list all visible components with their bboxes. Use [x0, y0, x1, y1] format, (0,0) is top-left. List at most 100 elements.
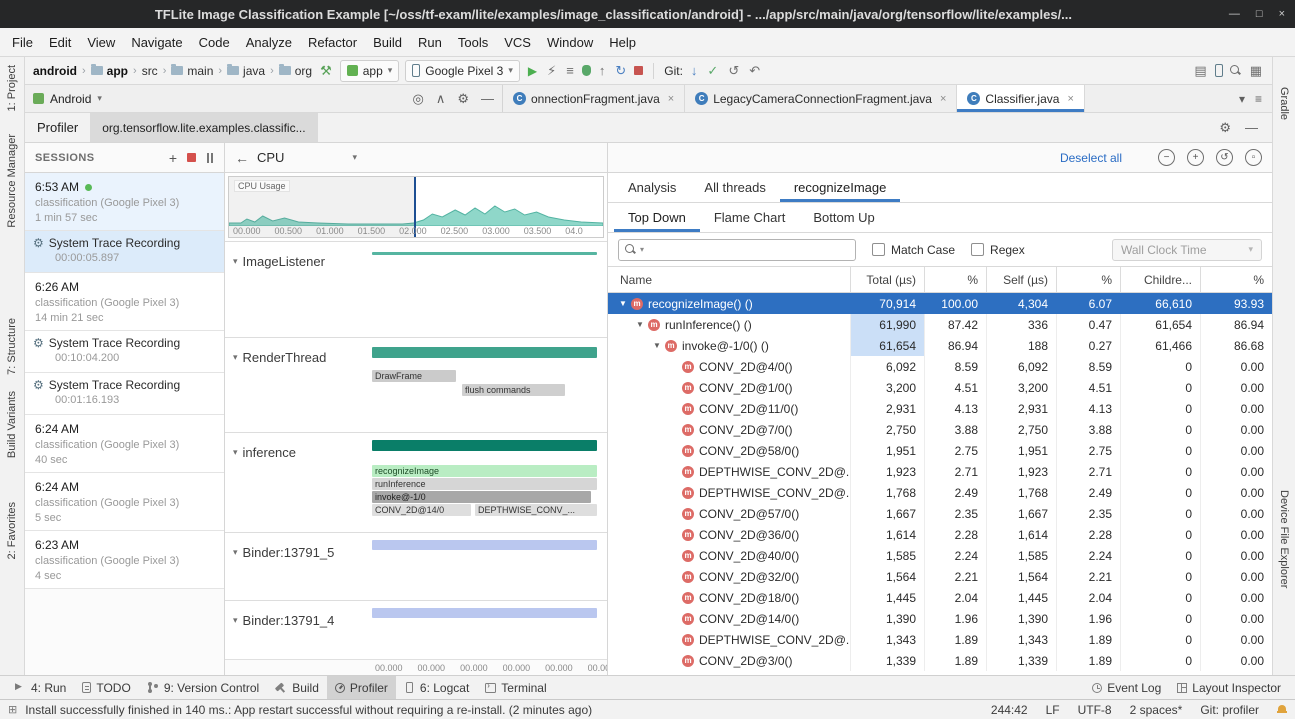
table-row[interactable]: mCONV_2D@32/0()1,5642.211,5642.2100.00 [608, 566, 1272, 587]
toolwindow-terminal[interactable]: Terminal [477, 676, 554, 699]
editor-tab-classifier-java[interactable]: CClassifier.java× [957, 85, 1084, 112]
commit-icon[interactable]: ✓ [705, 63, 720, 79]
table-row[interactable]: mCONV_2D@11/0()2,9314.132,9314.1300.00 [608, 398, 1272, 419]
thread-section-binder4[interactable]: ▾ Binder:13791_4 [225, 600, 607, 659]
hide-panel-icon[interactable]: — [481, 91, 494, 106]
title-bar[interactable]: TFLite Image Classification Example [~/o… [0, 0, 1295, 28]
status-item-244-42[interactable]: 244:42 [991, 703, 1028, 717]
table-row[interactable]: mDEPTHWISE_CONV_2D@...1,3431.891,3431.89… [608, 629, 1272, 650]
column-header-[interactable]: % [924, 267, 986, 292]
search-everywhere-icon[interactable] [1229, 64, 1242, 77]
collapse-thread-icon[interactable]: ▾ [233, 547, 238, 558]
table-row[interactable]: mCONV_2D@57/0()1,6672.351,6672.3500.00 [608, 503, 1272, 524]
collapse-thread-icon[interactable]: ▾ [233, 352, 238, 363]
menu-item-vcs[interactable]: VCS [496, 35, 539, 50]
zoom-out-icon[interactable]: − [1158, 149, 1175, 166]
profile-button[interactable]: ↻ [613, 63, 628, 79]
trace-event-bar[interactable]: DrawFrame [372, 370, 456, 382]
tab-recognizeimage[interactable]: recognizeImage [780, 173, 901, 202]
status-item-lf[interactable]: LF [1046, 703, 1060, 717]
sdk-manager-icon[interactable]: ▤ [1192, 63, 1208, 79]
history-icon[interactable]: ↺ [726, 63, 741, 79]
trace-event-bar[interactable]: invoke@-1/0 [372, 491, 591, 503]
table-row[interactable]: mCONV_2D@3/0()1,3391.891,3391.8900.00 [608, 650, 1272, 671]
breadcrumb-item-org[interactable]: org [279, 64, 312, 78]
deselect-all-link[interactable]: Deselect all [1060, 151, 1122, 165]
tree-expanded-icon[interactable]: ▼ [650, 341, 664, 350]
toolwindow-todo[interactable]: TODO [74, 676, 138, 699]
table-row[interactable]: ▼minvoke@-1/0() ()61,65486.941880.2761,4… [608, 335, 1272, 356]
tool-stripe-7-structure[interactable]: 7: Structure [6, 318, 18, 375]
search-input[interactable]: ▾ [618, 239, 856, 261]
thread-section-renderthread[interactable]: ▾ RenderThread DrawFrame flush commands [225, 337, 607, 432]
trace-event-bar[interactable]: recognizeImage [372, 465, 597, 477]
session-item[interactable]: 6:24 AMclassification (Google Pixel 3)5 … [25, 473, 224, 531]
minimize-button[interactable]: — [1229, 8, 1240, 20]
table-row[interactable]: mCONV_2D@40/0()1,5852.241,5852.2400.00 [608, 545, 1272, 566]
trace-event-bar[interactable]: runInference [372, 478, 597, 490]
stop-button[interactable] [634, 66, 643, 75]
menu-item-code[interactable]: Code [191, 35, 238, 50]
apply-code-changes-icon[interactable]: ≡ [564, 63, 576, 78]
attach-debugger-icon[interactable]: ↑ [597, 63, 608, 78]
add-session-icon[interactable]: + [169, 150, 177, 166]
locate-file-icon[interactable]: ◎ [412, 91, 423, 107]
close-tab-icon[interactable]: × [1067, 93, 1073, 105]
wrench-icon[interactable]: ⚒ [318, 63, 334, 79]
project-view-selector[interactable]: Android [50, 92, 91, 106]
hidden-tabs-icon[interactable]: ▾ [1239, 92, 1245, 106]
table-row[interactable]: mCONV_2D@1/0()3,2004.513,2004.5100.00 [608, 377, 1272, 398]
menu-item-navigate[interactable]: Navigate [123, 35, 190, 50]
collapse-thread-icon[interactable]: ▾ [233, 447, 238, 458]
gear-icon[interactable]: ⚙ [457, 91, 469, 107]
pause-session-icon[interactable] [206, 153, 214, 163]
rollback-icon[interactable]: ↶ [747, 63, 762, 79]
session-item[interactable]: 6:23 AMclassification (Google Pixel 3)4 … [25, 531, 224, 589]
trace-item[interactable]: ⚙System Trace Recording00:10:04.200 [25, 331, 224, 373]
table-row[interactable]: mCONV_2D@4/0()6,0928.596,0928.5900.00 [608, 356, 1272, 377]
menu-item-file[interactable]: File [4, 35, 41, 50]
menu-item-refactor[interactable]: Refactor [300, 35, 365, 50]
tool-stripe-1-project[interactable]: 1: Project [6, 65, 18, 111]
gear-icon[interactable]: ⚙ [1219, 120, 1231, 136]
tool-stripe-resource-manager[interactable]: Resource Manager [6, 134, 18, 228]
toolwindow-build[interactable]: Build [267, 676, 327, 699]
trace-item[interactable]: ⚙System Trace Recording00:01:16.193 [25, 373, 224, 415]
thread-section-imagelistener[interactable]: ▾ ImageListener [225, 241, 607, 337]
device-select[interactable]: Google Pixel 3 ▾ [405, 60, 520, 82]
ide-layout-icon[interactable]: ▦ [1248, 63, 1264, 79]
column-header-self-s[interactable]: Self (µs) [986, 267, 1056, 292]
trace-event-bar[interactable]: flush commands [462, 384, 565, 396]
table-row[interactable]: mCONV_2D@18/0()1,4452.041,4452.0400.00 [608, 587, 1272, 608]
menu-item-view[interactable]: View [79, 35, 123, 50]
table-row[interactable]: ▼mrecognizeImage() ()70,914100.004,3046.… [608, 293, 1272, 314]
debug-button[interactable] [582, 65, 591, 76]
column-header-[interactable]: % [1200, 267, 1272, 292]
subtab-bottom-up[interactable]: Bottom Up [799, 203, 888, 232]
status-item-git-profiler[interactable]: Git: profiler [1200, 703, 1259, 717]
tab-analysis[interactable]: Analysis [614, 173, 690, 202]
session-item[interactable]: 6:53 AMclassification (Google Pixel 3)1 … [25, 173, 224, 231]
close-tab-icon[interactable]: × [940, 93, 946, 105]
run-config-select[interactable]: app ▾ [340, 60, 400, 82]
tool-stripe-2-favorites[interactable]: 2: Favorites [6, 502, 18, 559]
close-tab-icon[interactable]: × [668, 93, 674, 105]
clock-mode-select[interactable]: Wall Clock Time ▾ [1112, 239, 1262, 261]
tree-expanded-icon[interactable]: ▼ [616, 299, 630, 308]
collapse-all-icon[interactable]: ∧ [436, 91, 446, 107]
table-row[interactable]: mCONV_2D@14/0()1,3901.961,3901.9600.00 [608, 608, 1272, 629]
subtab-top-down[interactable]: Top Down [614, 203, 700, 232]
reset-zoom-icon[interactable]: ↺ [1216, 149, 1233, 166]
breadcrumb-item-main[interactable]: main [171, 64, 213, 78]
column-header-name[interactable]: Name [608, 267, 850, 292]
toolwindow-profiler[interactable]: Profiler [327, 676, 396, 699]
maximize-button[interactable]: □ [1256, 8, 1263, 20]
menu-item-help[interactable]: Help [601, 35, 644, 50]
toolwindow-6-logcat[interactable]: 6: Logcat [396, 676, 477, 699]
table-row[interactable]: mDEPTHWISE_CONV_2D@...1,9232.711,9232.71… [608, 461, 1272, 482]
apply-changes-icon[interactable]: ⚡ [545, 63, 558, 79]
close-button[interactable]: × [1279, 8, 1285, 20]
table-row[interactable]: mCONV_2D@36/0()1,6142.281,6142.2800.00 [608, 524, 1272, 545]
regex-checkbox[interactable]: Regex [971, 243, 1025, 257]
tool-stripe-gradle[interactable]: Gradle [1278, 87, 1290, 120]
